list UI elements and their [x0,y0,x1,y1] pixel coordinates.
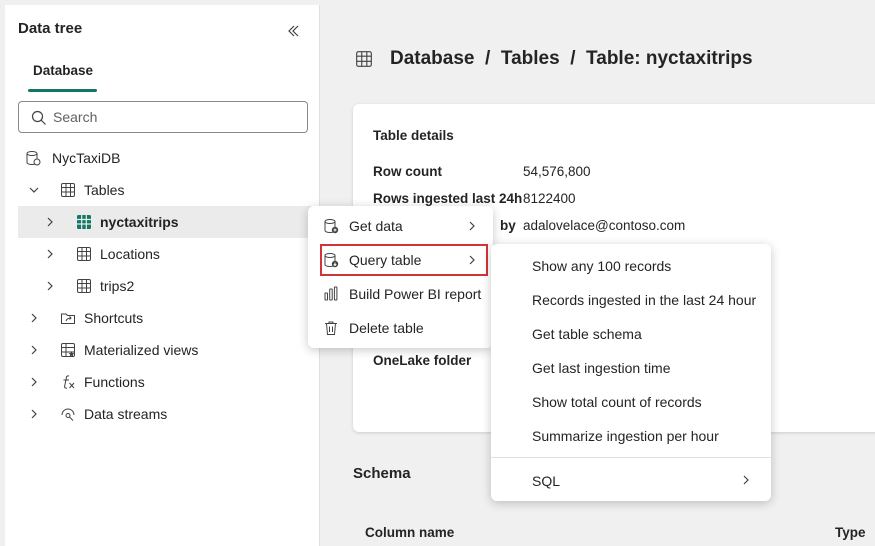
tab-database[interactable]: Database [28,63,98,78]
database-icon [26,151,41,166]
submenu-item[interactable]: Records ingested in the last 24 hour [532,292,756,308]
tree-item-label: Functions [84,374,145,390]
table-icon [61,183,75,197]
schema-title: Schema [353,465,411,482]
context-menu: Get data Query table Build Power BI repo… [308,206,493,348]
tree-item-label: Materialized views [84,342,199,358]
panel-title: Data tree [18,20,83,37]
menu-item-label: Delete table [349,320,424,336]
row-count-label: Row count [373,164,442,179]
tree-item-materialized-views[interactable]: Materialized views [5,334,307,366]
column-header-type: Type [835,525,866,540]
submenu-item-sql[interactable]: SQL [532,473,560,489]
chevron-right-icon[interactable] [28,376,40,388]
created-by-value: adalovelace@contoso.com [523,218,686,233]
table-icon [356,51,372,67]
menu-item-label: Get data [349,218,403,234]
submenu-divider [491,457,771,458]
tree-item-label: nyctaxitrips [100,214,179,230]
tree-item-functions[interactable]: Functions [5,366,307,398]
breadcrumb: Database / Tables / Table: nyctaxitrips [390,48,753,69]
search-input[interactable] [53,108,293,126]
chevron-right-icon[interactable] [44,280,56,292]
menu-item-label: Build Power BI report [349,286,482,302]
get-data-icon [324,219,339,234]
search-icon [31,110,46,125]
tree-item-trips2[interactable]: trips2 [5,270,307,302]
menu-item-build-report[interactable]: Build Power BI report [308,278,493,310]
chevron-right-icon[interactable] [28,312,40,324]
query-table-submenu: Show any 100 records Records ingested in… [491,244,771,501]
chevron-right-icon[interactable] [44,216,56,228]
table-icon [77,215,91,229]
tree-item-tables[interactable]: Tables [5,174,307,206]
card-title: Table details [373,128,454,143]
tree-item-label: Shortcuts [84,310,144,326]
submenu-item[interactable]: Show total count of records [532,394,702,410]
column-header-name: Column name [365,525,455,540]
rows-ingested-label: Rows ingested last 24h [373,191,523,206]
tree-item-data-streams[interactable]: Data streams [5,398,307,430]
tree-item-nyctaxitrips[interactable]: nyctaxitrips [18,206,320,238]
tree-item-label: Data streams [84,406,168,422]
tree-item-label: NycTaxiDB [52,150,121,166]
row-count-value: 54,576,800 [523,164,591,179]
tree-item-label: Locations [100,246,160,262]
chevron-right-icon[interactable] [28,408,40,420]
delete-icon [325,321,337,335]
function-icon [63,375,75,389]
submenu-item[interactable]: Get table schema [532,326,642,342]
chevron-right-icon [469,221,475,231]
created-by-label: by [500,218,516,233]
search-box[interactable] [18,101,308,133]
tree-item-label: trips2 [100,278,135,294]
power-bi-icon [324,286,338,301]
collapse-panel-icon[interactable] [285,23,301,39]
data-stream-icon [61,408,75,421]
chevron-right-icon[interactable] [44,248,56,260]
tree-item-locations[interactable]: Locations [5,238,307,270]
tree-item-shortcuts[interactable]: Shortcuts [5,302,307,334]
menu-item-get-data[interactable]: Get data [308,210,493,242]
materialized-view-icon [61,343,75,357]
tree-item-label: Tables [84,182,125,198]
shortcut-icon [61,313,75,324]
menu-item-delete-table[interactable]: Delete table [308,312,493,344]
chevron-right-icon [743,475,749,485]
onelake-folder-label: OneLake folder [373,353,472,368]
query-table-highlight [320,244,488,276]
submenu-item[interactable]: Show any 100 records [532,258,671,274]
tree-item-database[interactable]: NycTaxiDB [5,142,307,174]
submenu-item[interactable]: Get last ingestion time [532,360,671,376]
table-icon [77,247,91,261]
chevron-right-icon[interactable] [28,344,40,356]
submenu-item[interactable]: Summarize ingestion per hour [532,428,719,444]
chevron-down-icon[interactable] [28,184,40,196]
tab-underline [28,89,97,92]
table-icon [77,279,91,293]
data-tree-panel: Data tree Database NycTaxiDB Tables [5,5,320,546]
rows-ingested-value: 8122400 [523,191,576,206]
